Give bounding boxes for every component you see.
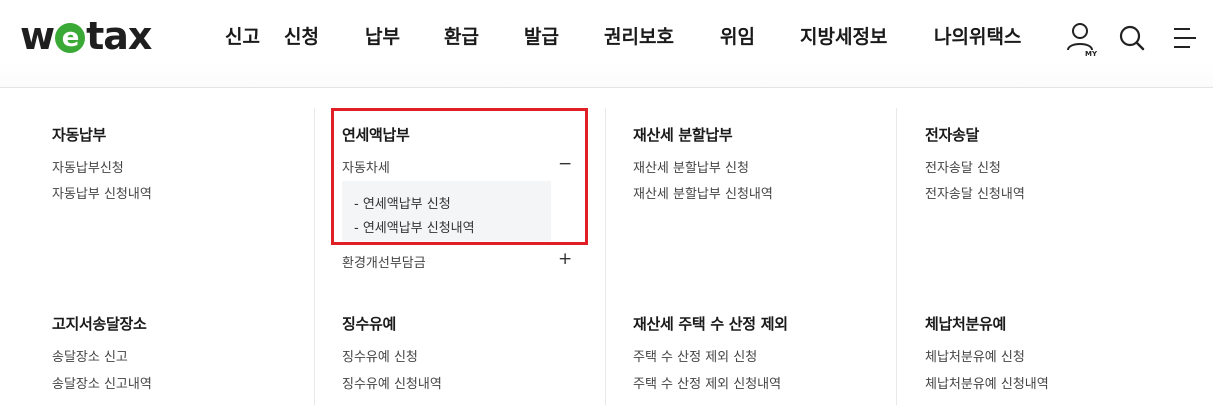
link-deferral-history[interactable]: 징수유예 신청내역 (342, 373, 442, 392)
expand-plus-icon: + (558, 249, 573, 269)
link-address-history[interactable]: 송달장소 신고내역 (52, 373, 152, 392)
group-title: 연세액납부 (342, 126, 410, 144)
link-exclusion-apply[interactable]: 주택 수 산정 제외 신청 (633, 346, 757, 365)
column-divider (896, 108, 897, 405)
toggle-environment-charge[interactable]: 환경개선부담금 + (342, 249, 573, 272)
my-page-button[interactable]: MY (1064, 20, 1098, 58)
utility-buttons: MY (0, 20, 1213, 60)
site-header: w e tax 신고 신청 납부 환급 발급 권리보호 위임 지방세정보 나의위택스… (0, 0, 1213, 88)
submenu-vehicle-tax: - 연세액납부 신청 - 연세액납부 신청내역 (342, 181, 551, 241)
toggle-label: 환경개선부담금 (342, 256, 426, 271)
group-title: 자동납부 (52, 126, 107, 144)
group-title: 재산세 주택 수 산정 제외 (633, 315, 788, 333)
search-icon (1119, 25, 1145, 51)
link-deferral-apply[interactable]: 징수유예 신청 (342, 346, 418, 365)
group-title: 고지서송달장소 (52, 315, 147, 333)
toggle-label: 자동차세 (342, 161, 390, 176)
link-installment-history[interactable]: 재산세 분할납부 신청내역 (633, 183, 773, 202)
menu-group-auto-payment: 자동납부 (52, 124, 106, 145)
all-menu-button[interactable] (1168, 20, 1202, 56)
link-exclusion-history[interactable]: 주택 수 산정 제외 신청내역 (633, 373, 781, 392)
menu-group-arrears-deferral: 체납처분유예 (925, 313, 1006, 334)
menu-group-electronic-delivery: 전자송달 (925, 124, 979, 145)
column-divider (314, 108, 315, 405)
link-arrears-deferral-history[interactable]: 체납처분유예 신청내역 (925, 373, 1049, 392)
menu-group-housing-count-exclusion: 재산세 주택 수 산정 제외 (633, 313, 788, 334)
link-annual-payment-apply[interactable]: - 연세액납부 신청 (354, 193, 451, 212)
column-divider (605, 108, 606, 405)
group-title: 재산세 분할납부 (633, 126, 733, 144)
link-installment-apply[interactable]: 재산세 분할납부 신청 (633, 157, 749, 176)
collapse-minus-icon: − (558, 154, 573, 174)
group-title: 징수유예 (342, 315, 397, 333)
group-title: 전자송달 (925, 126, 980, 144)
link-annual-payment-history[interactable]: - 연세액납부 신청내역 (354, 217, 475, 236)
link-e-delivery-apply[interactable]: 전자송달 신청 (925, 157, 1001, 176)
user-icon: MY (1067, 23, 1098, 58)
menu-group-property-tax-installment: 재산세 분할납부 (633, 124, 733, 145)
search-button[interactable] (1115, 20, 1149, 56)
toggle-vehicle-tax[interactable]: 자동차세 − (342, 154, 573, 177)
link-e-delivery-history[interactable]: 전자송달 신청내역 (925, 183, 1025, 202)
menu-group-annual-payment: 연세액납부 (342, 124, 410, 145)
svg-text:MY: MY (1085, 50, 1098, 58)
link-auto-payment-history[interactable]: 자동납부 신청내역 (52, 183, 152, 202)
menu-group-notice-address: 고지서송달장소 (52, 313, 147, 334)
link-arrears-deferral-apply[interactable]: 체납처분유예 신청 (925, 346, 1025, 365)
link-address-report[interactable]: 송달장소 신고 (52, 346, 128, 365)
hamburger-menu-icon (1174, 28, 1196, 48)
link-auto-payment-apply[interactable]: 자동납부신청 (52, 157, 124, 176)
group-title: 체납처분유예 (925, 315, 1007, 333)
menu-group-collection-deferral: 징수유예 (342, 313, 396, 334)
